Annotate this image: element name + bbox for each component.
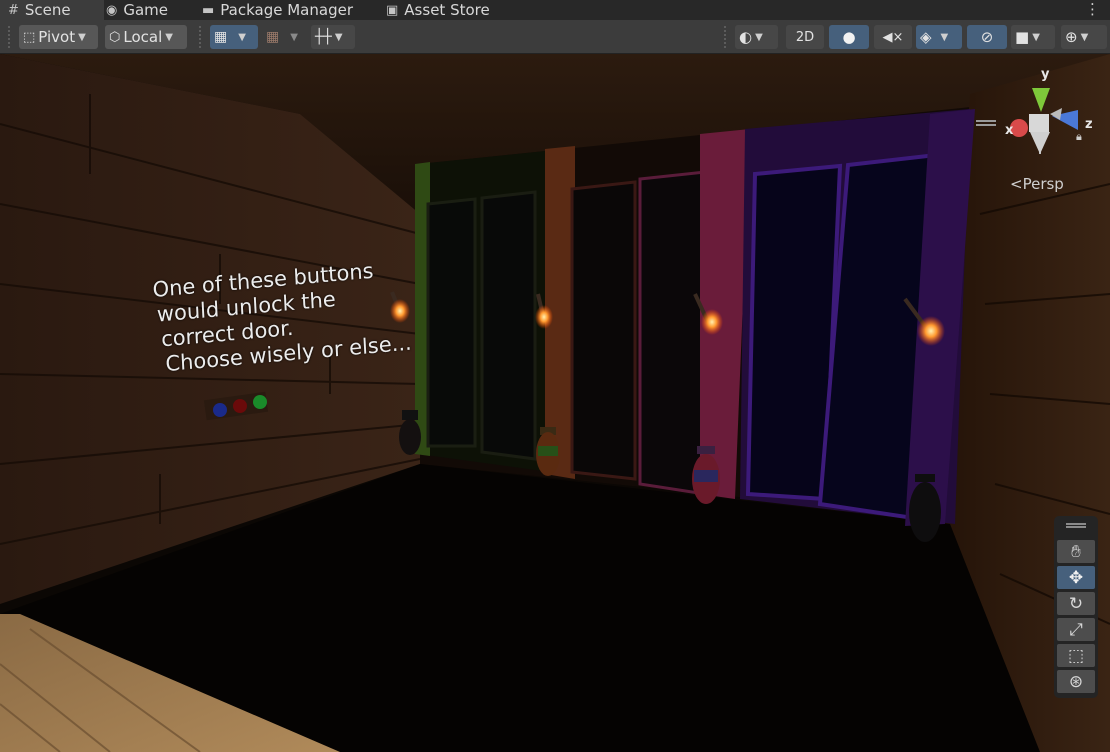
vase bbox=[399, 410, 421, 455]
projection-label: Persp bbox=[1022, 175, 1064, 193]
toolbar-grip[interactable] bbox=[724, 26, 732, 48]
tab-asset-store[interactable]: ▣ Asset Store bbox=[378, 0, 498, 20]
tab-label: Asset Store bbox=[404, 0, 490, 19]
scene-visibility-toggle[interactable]: ⊘ bbox=[967, 25, 1007, 49]
gizmo-globe-icon: ⊕ bbox=[1065, 28, 1078, 46]
toolbar-grip[interactable] bbox=[8, 26, 16, 48]
gamepad-icon: ◉ bbox=[106, 2, 118, 18]
tab-bar: # Scene ◉ Game ▬ Package Manager ▣ Asset… bbox=[0, 0, 1110, 20]
move-icon: ✥ bbox=[1068, 567, 1084, 588]
effects-dropdown[interactable]: ◈ ▼ bbox=[916, 25, 962, 49]
lighting-toggle[interactable]: ● bbox=[829, 25, 869, 49]
ruler-dropdown[interactable]: ┼┼ ▼ bbox=[311, 25, 355, 49]
lightbulb-icon: ● bbox=[842, 28, 856, 46]
bag-icon: ▣ bbox=[386, 2, 399, 18]
cube-icon: ⬡ bbox=[109, 29, 121, 45]
tab-package-manager[interactable]: ▬ Package Manager bbox=[194, 0, 361, 20]
rotate-tool-button[interactable]: ↻ bbox=[1057, 592, 1095, 615]
tools-overlay: ✋︎ ✥ ↻ ⤢ ⬚ ⊛ bbox=[1054, 516, 1098, 698]
ruler-icon: ┼┼ bbox=[315, 29, 332, 45]
scene-toolbar: ⬚ Pivot ▼ ⬡ Local ▼ ▦ ▼ ▦ ▼ ┼┼ ▼ ◐ ▼ 2D … bbox=[0, 20, 1110, 54]
axis-z-label: z bbox=[1085, 117, 1093, 132]
chevron-down-icon: ▼ bbox=[290, 31, 298, 43]
pivot-icon: ⬚ bbox=[23, 29, 36, 45]
tab-game[interactable]: ◉ Game bbox=[98, 0, 176, 20]
package-icon: ▬ bbox=[202, 2, 215, 18]
axis-x-label: x bbox=[1005, 123, 1014, 138]
tab-label: Scene bbox=[24, 0, 71, 19]
axis-y-label: y bbox=[1041, 67, 1050, 82]
more-options-icon[interactable]: ⋮ bbox=[1085, 0, 1100, 18]
rect-tool-button[interactable]: ⬚ bbox=[1057, 644, 1095, 667]
gizmos-dropdown[interactable]: ⊕ ▼ bbox=[1061, 25, 1107, 49]
hand-icon: ✋︎ bbox=[1071, 541, 1081, 562]
scene-viewport[interactable]: y x z 🔒︎ <Persp One of these buttons wou… bbox=[0, 54, 1110, 752]
draw-mode-dropdown[interactable]: ◐ ▼ bbox=[735, 25, 778, 49]
chevron-down-icon: ▼ bbox=[334, 31, 343, 43]
pivot-label: Pivot bbox=[38, 28, 76, 46]
transform-tool-button[interactable]: ⊛ bbox=[1057, 670, 1095, 693]
overlay-handle[interactable] bbox=[1066, 523, 1086, 528]
chevron-down-icon: ▼ bbox=[78, 31, 86, 43]
rotate-icon: ↻ bbox=[1068, 593, 1084, 614]
space-label: Local bbox=[123, 28, 163, 46]
chevron-down-icon: ▼ bbox=[1080, 31, 1089, 43]
chevron-down-icon: ▼ bbox=[755, 31, 763, 43]
chevron-left-icon: < bbox=[1010, 175, 1023, 193]
scale-tool-button[interactable]: ⤢ bbox=[1057, 618, 1095, 641]
toolbar-grip[interactable] bbox=[199, 26, 207, 48]
scene-render bbox=[0, 54, 1110, 752]
pivot-dropdown[interactable]: ⬚ Pivot ▼ bbox=[19, 25, 98, 49]
view-tool-button[interactable]: ✋︎ bbox=[1057, 540, 1095, 563]
chevron-down-icon: ▼ bbox=[238, 31, 246, 43]
camera-dropdown[interactable]: ■ ▼ bbox=[1011, 25, 1055, 49]
tab-scene[interactable]: # Scene bbox=[0, 0, 104, 20]
camera-icon: ■ bbox=[1015, 28, 1030, 46]
tab-label: Game bbox=[123, 0, 168, 19]
increment-snap-toggle[interactable]: ▦ ▼ bbox=[262, 25, 308, 49]
gizmo-grabber[interactable] bbox=[976, 120, 996, 126]
space-dropdown[interactable]: ⬡ Local ▼ bbox=[105, 25, 187, 49]
eye-hidden-icon: ⊘ bbox=[980, 28, 994, 46]
move-tool-button[interactable]: ✥ bbox=[1057, 566, 1095, 589]
effects-icon: ◈ bbox=[920, 28, 932, 46]
shading-sphere-icon: ◐ bbox=[739, 28, 753, 46]
hash-icon: # bbox=[8, 2, 19, 18]
mute-icon: ◀× bbox=[882, 29, 904, 45]
grid-snap-icon: ▦ bbox=[214, 29, 228, 45]
chevron-down-icon: ▼ bbox=[165, 31, 173, 43]
mode-2d-label: 2D bbox=[795, 29, 815, 45]
transform-icon: ⊛ bbox=[1068, 671, 1084, 692]
mode-2d-button[interactable]: 2D bbox=[786, 25, 824, 49]
increment-snap-icon: ▦ bbox=[266, 29, 280, 45]
rect-icon: ⬚ bbox=[1067, 645, 1085, 666]
grid-snap-toggle[interactable]: ▦ ▼ bbox=[210, 25, 258, 49]
projection-toggle[interactable]: <Persp bbox=[1010, 175, 1064, 193]
scale-icon: ⤢ bbox=[1069, 619, 1083, 640]
lock-icon[interactable]: 🔒︎ bbox=[1076, 130, 1082, 144]
chevron-down-icon: ▼ bbox=[1032, 31, 1040, 43]
chevron-down-icon: ▼ bbox=[940, 31, 949, 43]
tab-label: Package Manager bbox=[220, 0, 353, 19]
audio-toggle[interactable]: ◀× bbox=[874, 25, 912, 49]
